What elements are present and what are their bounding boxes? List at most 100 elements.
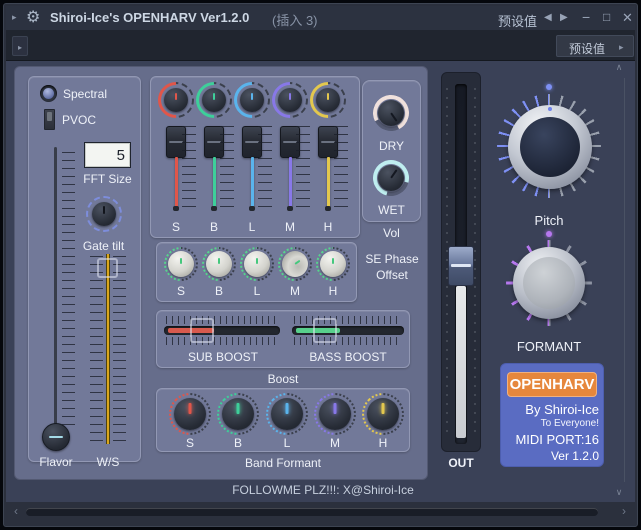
- fft-size-label: FFT Size: [70, 172, 145, 186]
- eq-slider-track-b[interactable]: [213, 157, 216, 209]
- eq-band-label-m: M: [276, 220, 304, 234]
- eq-slider-track-h[interactable]: [327, 157, 330, 209]
- eq-slider-end-l: [249, 206, 255, 211]
- minimize-button[interactable]: −: [582, 9, 590, 25]
- mid-knob-m[interactable]: [278, 247, 312, 281]
- spectral-radio[interactable]: [40, 85, 57, 102]
- dry-knob[interactable]: [373, 95, 409, 131]
- gate-tilt-label: Gate tilt: [66, 239, 141, 253]
- eq-gain-knob-l[interactable]: [234, 82, 270, 118]
- scroll-down-icon[interactable]: ∨: [612, 487, 626, 498]
- eq-slider-ruler-h: [334, 126, 348, 210]
- ws-slider-track[interactable]: [106, 254, 110, 444]
- eq-band-label-h: H: [314, 220, 342, 234]
- scroll-left-icon[interactable]: ‹: [10, 504, 22, 518]
- mid-knob-l[interactable]: [240, 247, 274, 281]
- mid-knob-label-s: S: [167, 284, 195, 298]
- surface-preset-button[interactable]: 预设值 ▸: [556, 35, 634, 57]
- surface-preset-arrow-icon: ▸: [619, 42, 624, 53]
- scroll-up-icon[interactable]: ∧: [612, 62, 626, 73]
- eq-band-label-s: S: [162, 220, 190, 234]
- band-formant-knob-l[interactable]: [266, 393, 308, 435]
- sub-boost-handle[interactable]: [190, 318, 214, 343]
- window-title: Shiroi-Ice's OPENHARV Ver1.2.0: [50, 10, 249, 25]
- eq-gain-knob-h[interactable]: [310, 82, 346, 118]
- eq-slider-end-h: [325, 206, 331, 211]
- pvoc-label: PVOC: [62, 113, 96, 127]
- fft-size-field[interactable]: 5: [84, 142, 131, 168]
- band-formant-knob-s[interactable]: [169, 393, 211, 435]
- eq-slider-track-m[interactable]: [289, 157, 292, 209]
- eq-slider-track-l[interactable]: [251, 157, 254, 209]
- gear-icon[interactable]: ⚙: [26, 7, 40, 27]
- ws-label: W/S: [88, 455, 128, 469]
- horizontal-scrollbar[interactable]: [26, 508, 598, 516]
- out-fader-fill: [456, 286, 466, 438]
- mid-knob-s[interactable]: [164, 247, 198, 281]
- window-title-slot: (插入 3): [272, 10, 318, 29]
- band-formant-label-m: M: [321, 436, 349, 450]
- pvoc-led-light: [47, 112, 52, 121]
- band-formant-knob-b[interactable]: [217, 393, 259, 435]
- vertical-scrollbar-track[interactable]: [624, 78, 625, 482]
- mid-knob-label-h: H: [319, 284, 347, 298]
- info-version: Ver 1.2.0: [505, 449, 599, 463]
- se-phase-label-line1: SE Phase: [352, 252, 432, 266]
- eq-gain-knob-b[interactable]: [196, 82, 232, 118]
- close-button[interactable]: ✕: [622, 10, 633, 26]
- formant-top-dot: [546, 231, 552, 237]
- eq-gain-knob-s[interactable]: [158, 82, 194, 118]
- gate-tilt-knob[interactable]: [92, 202, 116, 226]
- sub-boost-ruler-top: [166, 316, 280, 324]
- wet-label: WET: [362, 203, 421, 217]
- sub-boost-ruler-bottom: [166, 337, 280, 345]
- eq-slider-end-m: [287, 206, 293, 211]
- pvoc-led[interactable]: [44, 109, 55, 130]
- preset-prev-icon[interactable]: ◀: [544, 12, 552, 23]
- wet-knob[interactable]: [373, 160, 409, 196]
- bass-boost-label: BASS BOOST: [292, 350, 404, 364]
- maximize-button[interactable]: □: [603, 10, 610, 24]
- formant-label: FORMANT: [504, 339, 594, 354]
- formant-knob[interactable]: [513, 247, 585, 319]
- eq-slider-end-s: [173, 206, 179, 211]
- flavor-knob[interactable]: [42, 423, 70, 451]
- tab-menu-arrow-button[interactable]: ▸: [12, 36, 28, 56]
- footer-text: FOLLOWME PLZ!!!: X@Shiroi-Ice: [162, 483, 484, 497]
- sub-boost-label: SUB BOOST: [165, 350, 281, 364]
- bass-boost-handle[interactable]: [313, 318, 337, 343]
- out-fader-handle[interactable]: [448, 246, 474, 286]
- bass-boost-ruler-top: [294, 316, 402, 324]
- ws-slider-handle[interactable]: [97, 258, 118, 278]
- bass-boost-slider[interactable]: [292, 326, 404, 335]
- band-formant-knob-h[interactable]: [362, 393, 404, 435]
- sub-boost-slider[interactable]: [164, 326, 280, 335]
- flavor-label: Flavor: [26, 455, 86, 469]
- plugin-menu-arrow-icon[interactable]: ▸: [12, 12, 17, 23]
- spectral-label: Spectral: [63, 87, 107, 101]
- dry-label: DRY: [362, 139, 421, 153]
- flavor-slider-track[interactable]: [54, 147, 57, 439]
- boost-group-label: Boost: [216, 372, 350, 386]
- vol-group-label: Vol: [362, 226, 421, 240]
- scroll-right-icon[interactable]: ›: [618, 504, 630, 518]
- pitch-top-dot: [546, 84, 552, 90]
- info-box: OPENHARV By Shiroi-Ice To Everyone! MIDI…: [500, 363, 604, 467]
- preset-next-icon[interactable]: ▶: [560, 12, 568, 23]
- plugin-window: ▸ ⚙ Shiroi-Ice's OPENHARV Ver1.2.0 (插入 3…: [0, 0, 641, 530]
- info-to: To Everyone!: [505, 418, 599, 429]
- eq-band-label-l: L: [238, 220, 266, 234]
- pitch-knob[interactable]: [508, 105, 592, 189]
- band-formant-label-l: L: [273, 436, 301, 450]
- out-fader-ticks-right: [474, 88, 476, 438]
- eq-slider-ruler-b: [220, 126, 234, 210]
- band-formant-knob-m[interactable]: [314, 393, 356, 435]
- eq-gain-knob-m[interactable]: [272, 82, 308, 118]
- out-label: OUT: [441, 456, 481, 470]
- info-midi-port: MIDI PORT:16: [505, 432, 599, 447]
- mid-knob-h[interactable]: [316, 247, 350, 281]
- spectral-radio-dot: [43, 88, 54, 99]
- eq-slider-track-s[interactable]: [175, 157, 178, 209]
- info-by: By Shiroi-Ice: [505, 402, 599, 417]
- mid-knob-b[interactable]: [202, 247, 236, 281]
